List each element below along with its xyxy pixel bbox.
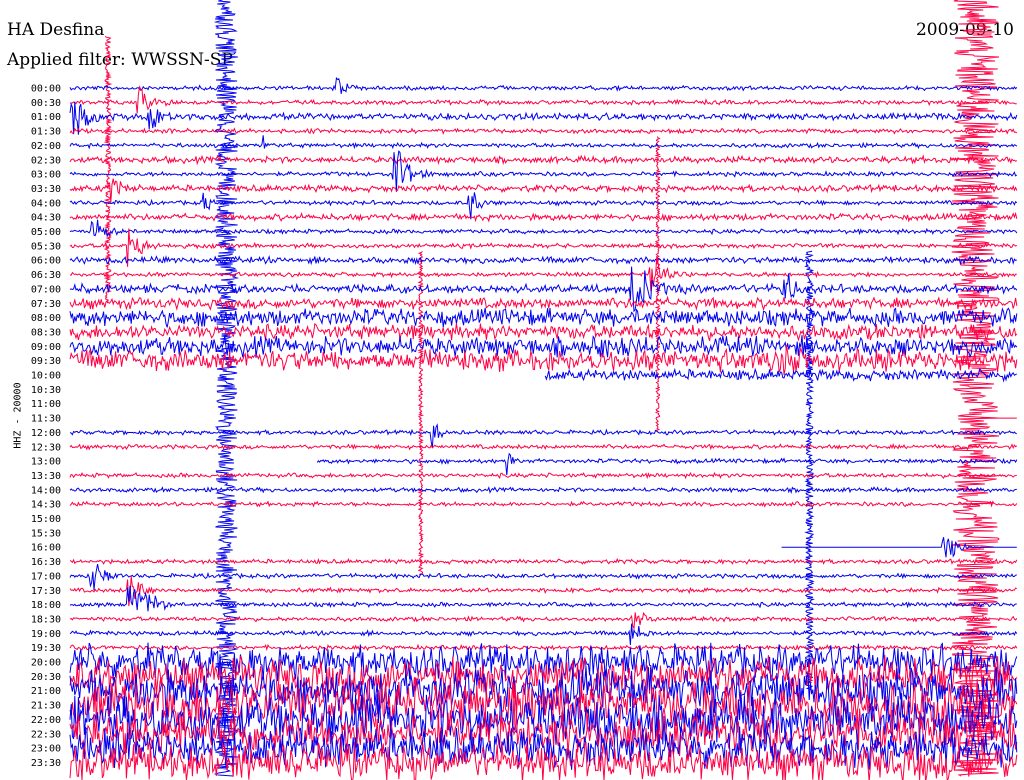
tick-label-0430: 04:30 bbox=[31, 213, 61, 224]
tick-label-1600: 16:00 bbox=[31, 543, 61, 554]
tick-label-1130: 11:30 bbox=[31, 414, 61, 425]
tick-label-1530: 15:30 bbox=[31, 528, 61, 539]
traces-layer bbox=[69, 76, 1018, 780]
tick-label-0100: 01:00 bbox=[31, 112, 61, 123]
trace-row-0030 bbox=[69, 85, 1017, 114]
trace-row-1900 bbox=[69, 623, 1018, 646]
trace-row-1000 bbox=[544, 367, 1017, 383]
tick-label-1100: 11:00 bbox=[31, 399, 61, 410]
tick-label-1630: 16:30 bbox=[31, 557, 61, 568]
burst-3 bbox=[654, 136, 662, 432]
trace-row-0000 bbox=[69, 76, 1018, 94]
tick-label-2200: 22:00 bbox=[31, 715, 61, 726]
burst-4 bbox=[417, 250, 425, 576]
trace-row-0330 bbox=[69, 178, 1018, 204]
trace-row-0230 bbox=[69, 154, 1018, 166]
tick-label-2030: 20:30 bbox=[31, 672, 61, 683]
tick-label-0330: 03:30 bbox=[31, 184, 61, 195]
trace-row-0800 bbox=[69, 307, 1018, 328]
tick-label-0230: 02:30 bbox=[31, 155, 61, 166]
trace-row-1830 bbox=[69, 611, 1018, 631]
tick-label-0530: 05:30 bbox=[31, 241, 61, 252]
trace-row-1430 bbox=[69, 500, 1018, 508]
tick-label-0130: 01:30 bbox=[31, 127, 61, 138]
tick-label-1200: 12:00 bbox=[31, 428, 61, 439]
trace-row-0600 bbox=[69, 254, 1017, 266]
trace-row-0430 bbox=[69, 211, 1018, 223]
tick-label-2100: 21:00 bbox=[31, 686, 61, 697]
trace-row-0500 bbox=[69, 219, 1018, 238]
tick-label-1400: 14:00 bbox=[31, 485, 61, 496]
trace-row-1700 bbox=[69, 564, 1017, 591]
tick-label-0800: 08:00 bbox=[31, 313, 61, 324]
trace-row-0300 bbox=[69, 150, 1018, 192]
tick-label-1330: 13:30 bbox=[31, 471, 61, 482]
tick-label-0700: 07:00 bbox=[31, 284, 61, 295]
tick-label-1700: 17:00 bbox=[31, 571, 61, 582]
trace-row-0730 bbox=[69, 295, 1018, 311]
tick-label-0730: 07:30 bbox=[31, 299, 61, 310]
tick-label-0000: 00:00 bbox=[31, 84, 61, 95]
tick-label-1830: 18:30 bbox=[31, 614, 61, 625]
tick-label-0600: 06:00 bbox=[31, 256, 61, 267]
tick-label-0930: 09:30 bbox=[31, 356, 61, 367]
trace-row-1330 bbox=[69, 471, 1017, 480]
trace-row-1200 bbox=[69, 423, 1017, 449]
tick-label-0400: 04:00 bbox=[31, 198, 61, 209]
tick-label-0500: 05:00 bbox=[31, 227, 61, 238]
trace-row-0100 bbox=[69, 101, 1018, 135]
tick-label-1730: 17:30 bbox=[31, 586, 61, 597]
trace-row-1730 bbox=[69, 576, 1018, 607]
trace-row-0900 bbox=[69, 335, 1018, 359]
tick-label-0830: 08:30 bbox=[31, 327, 61, 338]
tick-label-1900: 19:00 bbox=[31, 629, 61, 640]
trace-row-1230 bbox=[69, 442, 1018, 451]
tick-label-0030: 00:30 bbox=[31, 98, 61, 109]
tick-label-0300: 03:00 bbox=[31, 170, 61, 181]
trace-row-0130 bbox=[69, 127, 1018, 135]
tick-label-1030: 10:30 bbox=[31, 385, 61, 396]
trace-row-1400 bbox=[69, 486, 1017, 494]
tick-labels: 00:00 00:30 01:00 01:30 02:00 02:30 03:00 03:30… bbox=[31, 84, 61, 769]
tick-label-0200: 02:00 bbox=[31, 141, 61, 152]
tick-label-1300: 13:00 bbox=[31, 457, 61, 468]
tick-label-1000: 10:00 bbox=[31, 371, 61, 382]
helicorder-plot: 00:00 00:30 01:00 01:30 02:00 02:30 03:00 03:30… bbox=[31, 0, 1018, 780]
tick-label-1430: 14:30 bbox=[31, 500, 61, 511]
tick-label-2330: 23:30 bbox=[31, 758, 61, 769]
tick-label-2000: 20:00 bbox=[31, 658, 61, 669]
tick-label-1930: 19:30 bbox=[31, 643, 61, 654]
tick-label-2230: 22:30 bbox=[31, 729, 61, 740]
tick-label-0630: 06:30 bbox=[31, 270, 61, 281]
tick-label-2300: 23:00 bbox=[31, 744, 61, 755]
tick-label-2130: 21:30 bbox=[31, 701, 61, 712]
tick-label-1230: 12:30 bbox=[31, 442, 61, 453]
tick-label-0900: 09:00 bbox=[31, 342, 61, 353]
tick-label-1500: 15:00 bbox=[31, 514, 61, 525]
tick-label-1800: 18:00 bbox=[31, 600, 61, 611]
trace-row-0200 bbox=[69, 135, 1018, 150]
trace-row-1630 bbox=[69, 557, 1018, 566]
